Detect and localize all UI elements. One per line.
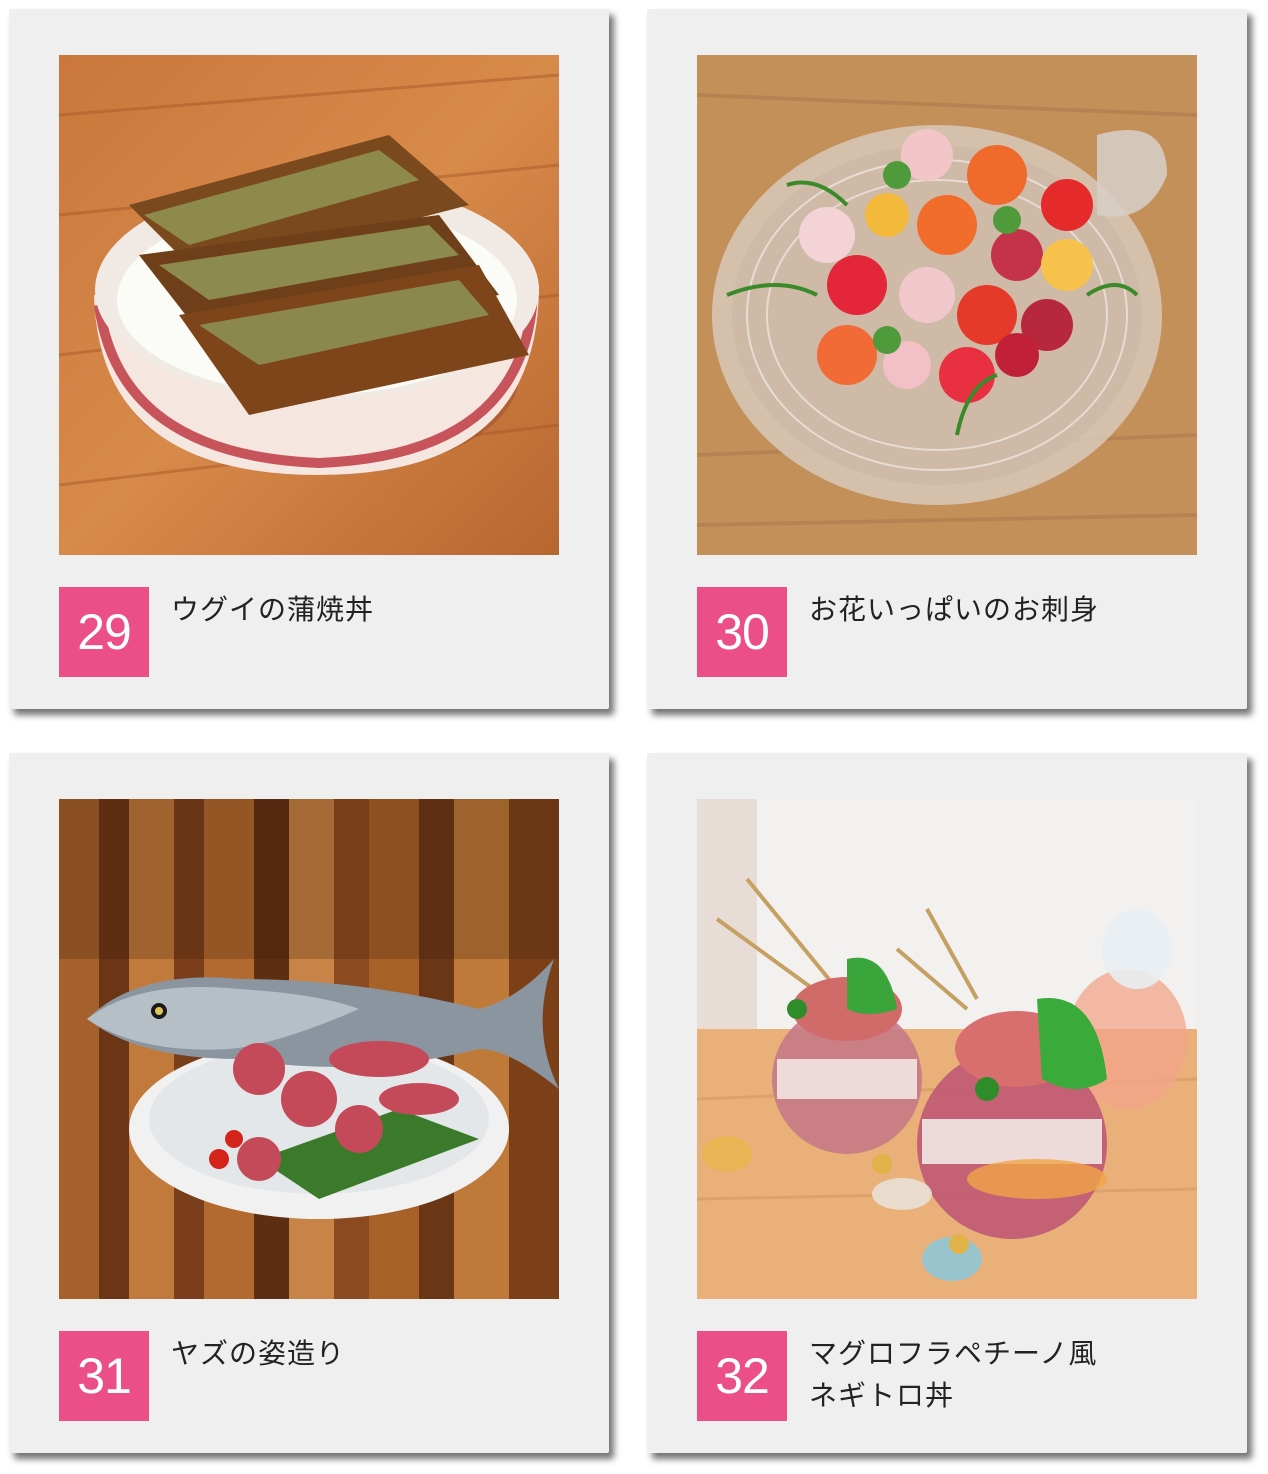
dish-photo-tuna-frappuccino-bowl	[697, 799, 1197, 1299]
recipe-number-badge: 30	[697, 587, 787, 677]
recipe-card-32[interactable]: 32 マグロフラペチーノ風 ネギトロ丼	[647, 753, 1247, 1453]
recipe-title-line: ウグイの蒲焼丼	[171, 593, 375, 626]
recipe-title-line: ネギトロ丼	[809, 1379, 955, 1412]
dish-photo-flower-sashimi	[697, 55, 1197, 555]
dish-photo-unagi-bowl	[59, 55, 559, 555]
dish-photo-yazu-sashimi	[59, 799, 559, 1299]
recipe-title-line: お花いっぱいのお刺身	[809, 593, 1100, 626]
recipe-number-badge: 29	[59, 587, 149, 677]
recipe-number-badge: 32	[697, 1331, 787, 1421]
recipe-card-29[interactable]: 29 ウグイの蒲焼丼	[9, 9, 609, 709]
recipe-title[interactable]: マグロフラペチーノ風 ネギトロ丼	[809, 1333, 1209, 1417]
recipe-card-30[interactable]: 30 お花いっぱいのお刺身	[647, 9, 1247, 709]
recipe-title[interactable]: ヤズの姿造り	[171, 1333, 571, 1375]
recipe-title-line: マグロフラペチーノ風	[809, 1337, 1098, 1370]
recipe-title[interactable]: ウグイの蒲焼丼	[171, 589, 571, 631]
recipe-title-line: ヤズの姿造り	[171, 1337, 346, 1370]
recipe-number-badge: 31	[59, 1331, 149, 1421]
recipe-title[interactable]: お花いっぱいのお刺身	[809, 589, 1209, 631]
recipe-card-31[interactable]: 31 ヤズの姿造り	[9, 753, 609, 1453]
